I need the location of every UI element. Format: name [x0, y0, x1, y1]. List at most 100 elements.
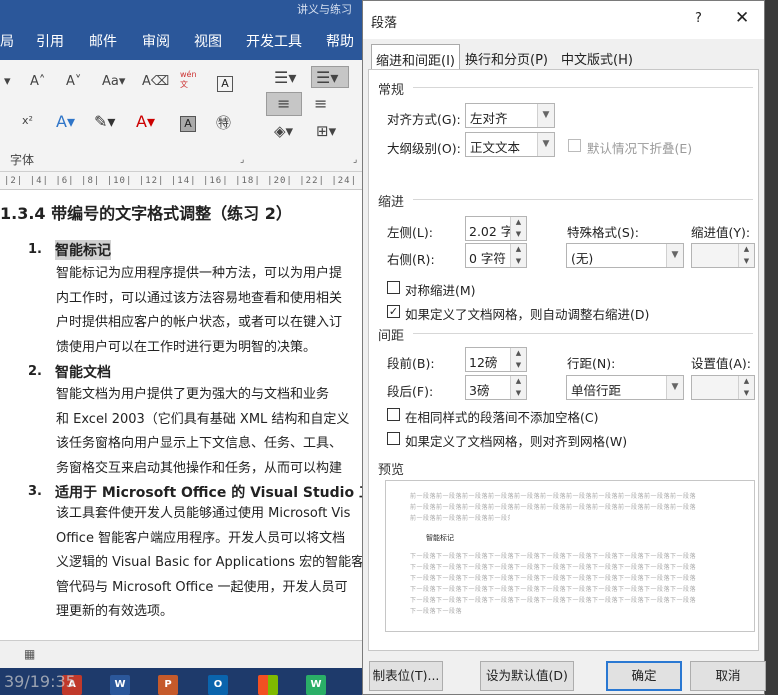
spinner-arrows-icon[interactable]: ▲ ▼ [510, 217, 526, 240]
ok-button[interactable]: 确定 [606, 661, 682, 691]
space-before-label: 段前(B): [387, 356, 435, 371]
space-before-spinner[interactable]: 12磅 ▲ ▼ [465, 347, 527, 372]
collapse-default-checkbox [568, 139, 581, 152]
char-shading-icon[interactable]: A [180, 116, 196, 132]
auto-adjust-indent-checkbox[interactable]: ✓ [387, 305, 400, 318]
set-default-button[interactable]: 设为默认值(D) [480, 661, 574, 691]
enclose-char-icon[interactable]: ㊕ [216, 112, 231, 133]
list-item-body: 该工具套件使开发人员能够通过使用 Microsoft Vis Office 智能… [56, 502, 362, 625]
align-left-glyph-icon: ≡ [277, 94, 291, 113]
horizontal-ruler[interactable]: |2| |4| |6| |8| |10| |12| |14| |16| |18|… [0, 172, 362, 190]
bullets-icon[interactable]: ☰▾ [274, 68, 296, 87]
close-icon[interactable]: ✕ [735, 8, 749, 28]
line-spacing-value: 单倍行距 [571, 383, 622, 398]
windows-store-icon[interactable] [258, 675, 278, 695]
tab-view[interactable]: 视图 [194, 31, 222, 51]
indent-right-value: 0 字符 [469, 251, 506, 266]
tab-references[interactable]: 引用 [36, 31, 64, 51]
alignment-select[interactable]: 左对齐 ▼ [465, 103, 555, 128]
body-line: 内工作时，可以通过该方法容易地查看和使用相关 [56, 290, 343, 306]
chevron-down-icon[interactable]: ▼ [666, 244, 683, 267]
preview-next-line: 下一段落下一段落下一段落下一段落下一段落下一段落下一段落下一段落下一段落下一段落… [410, 553, 697, 560]
paragraph-dialog-launcher-icon[interactable]: ⌟ [353, 155, 357, 165]
section-indent: 缩进 [378, 195, 405, 210]
section-preview: 预览 [378, 463, 405, 478]
word-app-icon[interactable]: W [110, 675, 130, 695]
spinner-arrows-icon[interactable]: ▲ ▼ [510, 244, 526, 267]
body-line: 智能文档为用户提供了更为强大的与文档和业务 [56, 387, 330, 402]
special-indent-select[interactable]: (无) ▼ [566, 243, 684, 268]
tabs-button[interactable]: 制表位(T)... [369, 661, 443, 691]
tab-help[interactable]: 帮助 [326, 31, 354, 51]
page-view-icon[interactable]: ▦ [24, 647, 35, 661]
preview-prev-line: 前一段落前一段落前一段落前一段落前一段落前一段落前一段落前一段落前一段落前一段落… [410, 504, 697, 511]
space-before-value: 12磅 [469, 355, 498, 370]
clear-format-icon[interactable]: A⌫ [142, 74, 169, 89]
superscript-icon[interactable]: x² [22, 114, 33, 127]
tab-layout[interactable]: 局 [0, 31, 14, 51]
line-spacing-label: 行距(N): [567, 356, 616, 371]
space-after-spinner[interactable]: 3磅 ▲ ▼ [465, 375, 527, 400]
no-space-same-style-checkbox[interactable] [387, 408, 400, 421]
outline-level-label: 大纲级别(O): [387, 141, 461, 156]
video-timestamp: 39/19:35 [4, 672, 76, 691]
font-size-dropdown-icon[interactable]: ▾ [4, 74, 11, 89]
list-number: 2. [28, 364, 42, 379]
document-area[interactable]: 1.3.4 带编号的文字格式调整（练习 2） 1. 智能标记 智能标记为应用程序… [0, 190, 362, 640]
snap-to-grid-label: 如果定义了文档网格，则对齐到网格(W) [405, 434, 628, 449]
chevron-down-icon[interactable]: ▼ [537, 133, 554, 156]
wechat-app-icon[interactable]: W [306, 675, 326, 695]
alignment-label: 对齐方式(G): [387, 112, 461, 127]
spinner-arrows-icon[interactable]: ▲ ▼ [510, 348, 526, 371]
help-icon[interactable]: ? [695, 11, 702, 26]
chevron-down-icon[interactable]: ▼ [537, 104, 554, 127]
body-line: 户时提供相应客户的帐户状态，或者可以在键入订 [56, 315, 343, 330]
mirror-indents-checkbox[interactable] [387, 281, 400, 294]
indent-left-spinner[interactable]: 2.02 字符 ▲ ▼ [465, 216, 527, 241]
powerpoint-app-icon[interactable]: P [158, 675, 178, 695]
cancel-button[interactable]: 取消 [690, 661, 766, 691]
list-item-body: 智能文档为用户提供了更为强大的与文档和业务 和 Excel 2003（它们具有基… [56, 383, 362, 481]
preview-prev-line: 前一段落前一段落前一段落前一段落前一段落前一段落前一段落前一段落前一段落前一段落… [410, 493, 697, 500]
grow-font-icon[interactable]: A˄ [30, 74, 45, 89]
indent-left-label: 左侧(L): [387, 225, 433, 240]
spinner-arrows-icon[interactable]: ▲ ▼ [738, 244, 754, 267]
spacing-at-spinner[interactable]: ▲ ▼ [691, 375, 755, 400]
alignment-value: 左对齐 [470, 111, 508, 126]
phonetic-guide-icon[interactable]: wén 文 [180, 70, 197, 90]
indent-right-label: 右侧(R): [387, 252, 435, 267]
chevron-down-icon[interactable]: ▼ [666, 376, 683, 399]
dialog-title-bar[interactable]: 段落 ? ✕ [363, 1, 764, 39]
shading-icon[interactable]: ◈▾ [274, 122, 293, 140]
font-dialog-launcher-icon[interactable]: ⌟ [240, 155, 244, 165]
align-center-icon[interactable]: ≡ [314, 94, 327, 113]
snap-to-grid-checkbox[interactable] [387, 432, 400, 445]
tab-asian-typography[interactable]: 中文版式(H) [557, 44, 637, 70]
text-effects-icon[interactable]: A▾ [56, 112, 75, 131]
borders-icon[interactable]: ⊞▾ [316, 122, 336, 140]
list-number: 1. [28, 242, 42, 257]
tab-indents-spacing[interactable]: 缩进和间距(I) [371, 44, 460, 70]
tab-developer[interactable]: 开发工具 [246, 31, 302, 51]
highlight-icon[interactable]: ✎▾ [94, 112, 115, 131]
indent-by-spinner[interactable]: ▲ ▼ [691, 243, 755, 268]
shrink-font-icon[interactable]: A˅ [66, 74, 81, 89]
tab-mailings[interactable]: 邮件 [89, 31, 117, 51]
outlook-app-icon[interactable]: O [208, 675, 228, 695]
status-bar: ▦ [0, 640, 362, 668]
body-line: 理更新的有效选项。 [56, 604, 174, 619]
spinner-arrows-icon[interactable]: ▲ ▼ [510, 376, 526, 399]
section-heading: 1.3.4 带编号的文字格式调整（练习 2） [0, 204, 292, 223]
char-border-icon[interactable]: A [217, 76, 233, 92]
indent-right-spinner[interactable]: 0 字符 ▲ ▼ [465, 243, 527, 268]
tab-line-page-breaks[interactable]: 换行和分页(P) [461, 44, 552, 70]
body-line: 智能标记为应用程序提供一种方法，可以为用户提 [56, 266, 343, 281]
change-case-icon[interactable]: Aa▾ [102, 74, 125, 89]
tab-review[interactable]: 审阅 [142, 31, 170, 51]
line-spacing-select[interactable]: 单倍行距 ▼ [566, 375, 684, 400]
spinner-arrows-icon[interactable]: ▲ ▼ [738, 376, 754, 399]
outline-level-select[interactable]: 正文文本 ▼ [465, 132, 555, 157]
font-color-icon[interactable]: A▾ [136, 112, 155, 131]
body-line: Office 智能客户端应用程序。开发人员可以将文档 [56, 530, 346, 546]
ribbon-group-label: 字体 [10, 153, 35, 167]
